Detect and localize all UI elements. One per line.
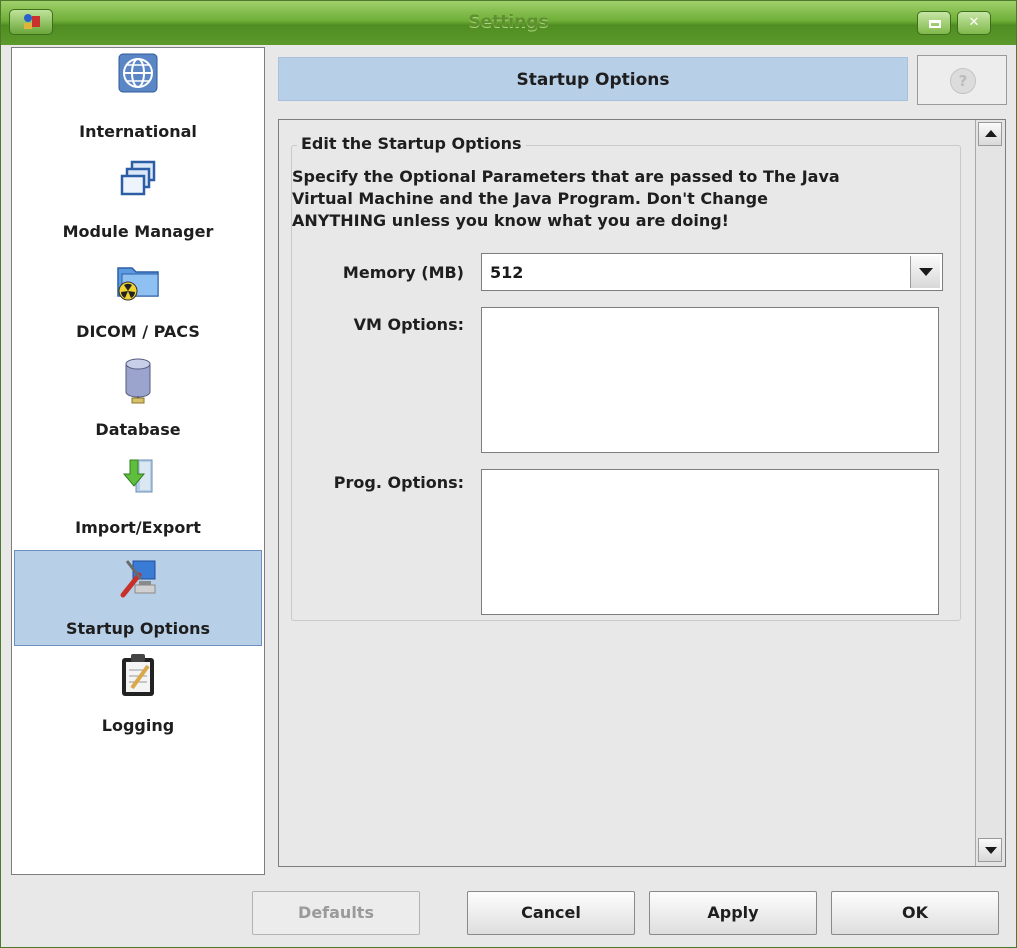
maximize-icon: [929, 20, 941, 28]
sidebar-item-label: International: [79, 122, 197, 141]
settings-sidebar: International Module Manager DICOM / PAC…: [11, 47, 265, 875]
windows-stack-icon: [118, 158, 158, 202]
memory-label: Memory (MB): [342, 263, 464, 282]
defaults-button[interactable]: Defaults: [252, 891, 420, 935]
arrow-up-icon: [985, 130, 997, 137]
memory-value: 512: [490, 263, 524, 282]
memory-combobox[interactable]: 512: [481, 253, 943, 291]
section-title: Startup Options: [516, 70, 670, 90]
chevron-down-icon: [919, 268, 933, 276]
database-icon: [118, 356, 158, 404]
scroll-down-button[interactable]: [978, 838, 1002, 862]
sidebar-item-label: Database: [95, 420, 181, 439]
globe-icon: [118, 52, 158, 96]
description-line: ANYTHING unless you know what you are do…: [292, 211, 729, 230]
section-header: Startup Options: [278, 57, 908, 101]
window-title: Settings: [468, 12, 549, 32]
import-export-icon: [118, 454, 158, 498]
cancel-button[interactable]: Cancel: [467, 891, 635, 935]
vertical-scrollbar[interactable]: [975, 120, 1005, 866]
prog-options-textarea[interactable]: [481, 469, 939, 615]
scroll-up-button[interactable]: [978, 122, 1002, 146]
sidebar-item-startup-options[interactable]: Startup Options: [14, 550, 262, 646]
description-line: Virtual Machine and the Java Program. Do…: [292, 189, 768, 208]
vm-options-textarea[interactable]: [481, 307, 939, 453]
sidebar-item-label: Startup Options: [65, 619, 210, 638]
sidebar-item-international[interactable]: International: [14, 52, 262, 148]
sidebar-item-database[interactable]: Database: [14, 356, 262, 452]
radioactive-folder-icon: [114, 258, 162, 302]
sidebar-item-label: Import/Export: [75, 518, 201, 537]
description-line: Specify the Optional Parameters that are…: [292, 167, 840, 186]
close-icon: ✕: [968, 15, 980, 30]
sidebar-item-module-manager[interactable]: Module Manager: [14, 158, 262, 254]
description-text: Specify the Optional Parameters that are…: [292, 166, 952, 232]
sidebar-item-import-export[interactable]: Import/Export: [14, 454, 262, 550]
sidebar-item-logging[interactable]: Logging: [14, 652, 262, 748]
prog-options-label: Prog. Options:: [333, 473, 464, 492]
arrow-down-icon: [985, 847, 997, 854]
group-title: Edit the Startup Options: [297, 134, 526, 153]
vm-options-label: VM Options:: [353, 315, 464, 334]
help-button[interactable]: ?: [917, 55, 1007, 105]
startup-tools-icon: [119, 555, 159, 599]
sidebar-item-label: DICOM / PACS: [76, 322, 200, 341]
clipboard-icon: [118, 652, 158, 696]
sidebar-item-dicom-pacs[interactable]: DICOM / PACS: [14, 258, 262, 354]
ok-button[interactable]: OK: [831, 891, 999, 935]
close-button[interactable]: ✕: [957, 11, 991, 35]
help-icon: ?: [950, 68, 976, 94]
sidebar-item-label: Module Manager: [62, 222, 214, 241]
sidebar-item-label: Logging: [101, 716, 175, 735]
maximize-button[interactable]: [917, 11, 951, 35]
settings-window: Settings ✕ International Module Manager …: [0, 0, 1017, 948]
title-bar[interactable]: Settings ✕: [1, 1, 1016, 45]
apply-button[interactable]: Apply: [649, 891, 817, 935]
dropdown-button[interactable]: [910, 256, 940, 288]
